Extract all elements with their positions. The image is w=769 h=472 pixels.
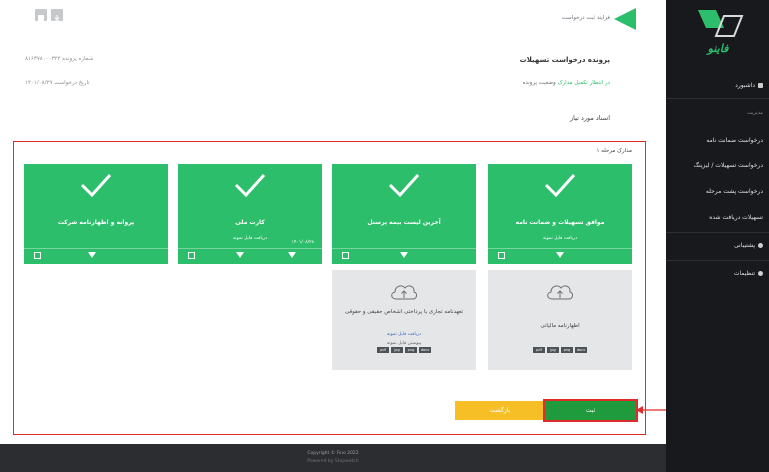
download-icon — [54, 15, 60, 22]
doc-card-title: موافق تسهیلات و ضمانت نامه — [515, 219, 605, 226]
request-date-value: ۱۴۰۱/۰۸/۲۹ — [25, 80, 53, 86]
doc-card-date: ۱۴۰۱/۰۸/۲۸ — [291, 240, 314, 245]
sidebar-item-label: پشتیبانی — [734, 242, 755, 249]
download-icon[interactable] — [400, 252, 408, 258]
sidebar-divider — [666, 98, 769, 99]
request-date-label: تاریخ درخواست — [54, 80, 90, 86]
format-badge: pdf — [533, 346, 545, 353]
doc-card-national-id[interactable]: کارت ملی دریافت فایل نمونه ۱۴۰۱/۰۸/۲۸ — [178, 164, 322, 264]
sidebar-item-settings[interactable]: تنظیمات — [734, 270, 763, 277]
section-title: اسناد مورد نیاز — [570, 114, 610, 122]
download-button[interactable] — [51, 9, 63, 22]
download-icon-2[interactable] — [288, 252, 296, 258]
format-badge: docx — [419, 346, 431, 353]
doc-card-footer — [332, 248, 476, 264]
request-heading: پرونده درخواست تسهیلات — [519, 56, 610, 64]
case-number-label: شماره پرونده — [62, 56, 94, 62]
sidebar-item-dashboard[interactable]: داشبورد — [735, 82, 763, 89]
submit-button[interactable]: ثبت — [543, 399, 638, 422]
home-icon — [758, 83, 763, 88]
format-badge: jpg — [391, 346, 403, 353]
case-number-value: ۸۱۶۳۷۸۰۰۰۳۲۲ — [25, 56, 61, 62]
upload-card-tax[interactable]: اظهارنامه مالیاتی pdf jpg png docx — [488, 270, 632, 370]
annotation-arrow-icon — [636, 406, 666, 414]
prev-button[interactable] — [35, 9, 47, 21]
format-badge: docx — [575, 346, 587, 353]
stage-title: مدارک مرحله ۱ — [596, 148, 632, 154]
edit-icon[interactable] — [342, 252, 349, 259]
sidebar-item-label: تنظیمات — [733, 270, 755, 277]
download-icon[interactable] — [236, 252, 244, 258]
sidebar: فاینو داشبورد مدیریت درخواست ضمانت نامه … — [666, 0, 769, 472]
check-icon — [544, 173, 576, 198]
doc-card-guarantee[interactable]: موافق تسهیلات و ضمانت نامه دریافت فایل ن… — [488, 164, 632, 264]
edit-icon[interactable] — [34, 252, 41, 259]
upload-card-title: اظهارنامه مالیاتی — [540, 323, 580, 329]
download-icon[interactable] — [556, 252, 564, 258]
sidebar-item-support[interactable]: پشتیبانی — [734, 242, 763, 249]
support-icon — [758, 243, 763, 248]
footer-powered: Powered by Stopwatch — [307, 459, 359, 464]
download-icon[interactable] — [88, 252, 96, 258]
format-badge: png — [561, 346, 573, 353]
doc-card-insurance[interactable]: آخرین لیست بیمه پرسنل — [332, 164, 476, 264]
footer-copyright: Copyright © Fino 2022 — [307, 451, 359, 456]
doc-card-title: آخرین لیست بیمه پرسنل — [367, 219, 441, 226]
format-badge: pdf — [377, 346, 389, 353]
doc-card-footer — [178, 248, 322, 264]
doc-card-title: کارت ملی — [235, 219, 265, 226]
sidebar-divider — [666, 232, 769, 233]
format-badge: jpg — [547, 346, 559, 353]
sample-download-link[interactable]: دریافت فایل نمونه — [332, 332, 476, 337]
doc-card-footer — [24, 248, 168, 264]
brand-name: فاینو — [707, 42, 729, 55]
page-title: فرایند ثبت درخواست — [561, 15, 610, 21]
sidebar-item-received[interactable]: تسهیلات دریافت شده — [709, 214, 763, 221]
check-icon — [234, 173, 266, 198]
cloud-upload-icon — [547, 285, 573, 300]
back-button[interactable]: بازگشت — [455, 401, 545, 420]
doc-card-license[interactable]: پروانه و اظهارنامه شرکت — [24, 164, 168, 264]
case-number: ۸۱۶۳۷۸۰۰۰۳۲۲ شماره پرونده — [25, 56, 155, 62]
sidebar-item-facility[interactable]: درخواست تسهیلات / لیزینگ — [694, 162, 763, 169]
process-arrow-icon — [614, 8, 636, 30]
sidebar-item-label: داشبورد — [735, 82, 755, 89]
sidebar-item-stage[interactable]: درخواست پشت مرحله — [706, 188, 763, 195]
edit-icon[interactable] — [498, 252, 505, 259]
upload-card-commitment[interactable]: تعهدنامه تجاری یا پرداختی اشخاص حقیقی و … — [332, 270, 476, 370]
settings-icon — [758, 271, 763, 276]
doc-card-footer — [488, 248, 632, 264]
check-icon — [388, 173, 420, 198]
file-format-row: pdf jpg png docx — [332, 339, 476, 358]
sample-download-link[interactable]: دریافت فایل نمونه — [488, 236, 632, 241]
request-date: ۱۴۰۱/۰۸/۲۹ تاریخ درخواست — [25, 80, 155, 86]
status-label: وضعیت پرونده — [522, 80, 556, 86]
cloud-upload-icon — [391, 285, 417, 300]
sidebar-section-manage: مدیریت — [747, 110, 763, 116]
sidebar-divider — [666, 260, 769, 261]
square-icon — [38, 15, 44, 21]
sidebar-item-guarantee[interactable]: درخواست ضمانت نامه — [706, 137, 763, 144]
upload-card-title: تعهدنامه تجاری یا پرداختی اشخاص حقیقی و … — [344, 309, 464, 315]
status-line: در انتظار تکمیل مدارک وضعیت پرونده — [420, 80, 611, 86]
status-value: در انتظار تکمیل مدارک — [557, 80, 610, 86]
check-icon — [80, 173, 112, 198]
format-badge: png — [405, 346, 417, 353]
doc-card-title: پروانه و اظهارنامه شرکت — [57, 219, 135, 226]
footer: Copyright © Fino 2022 Powered by Stopwat… — [0, 444, 666, 472]
edit-icon[interactable] — [188, 252, 195, 259]
file-format-row: pdf jpg png docx — [488, 339, 632, 358]
